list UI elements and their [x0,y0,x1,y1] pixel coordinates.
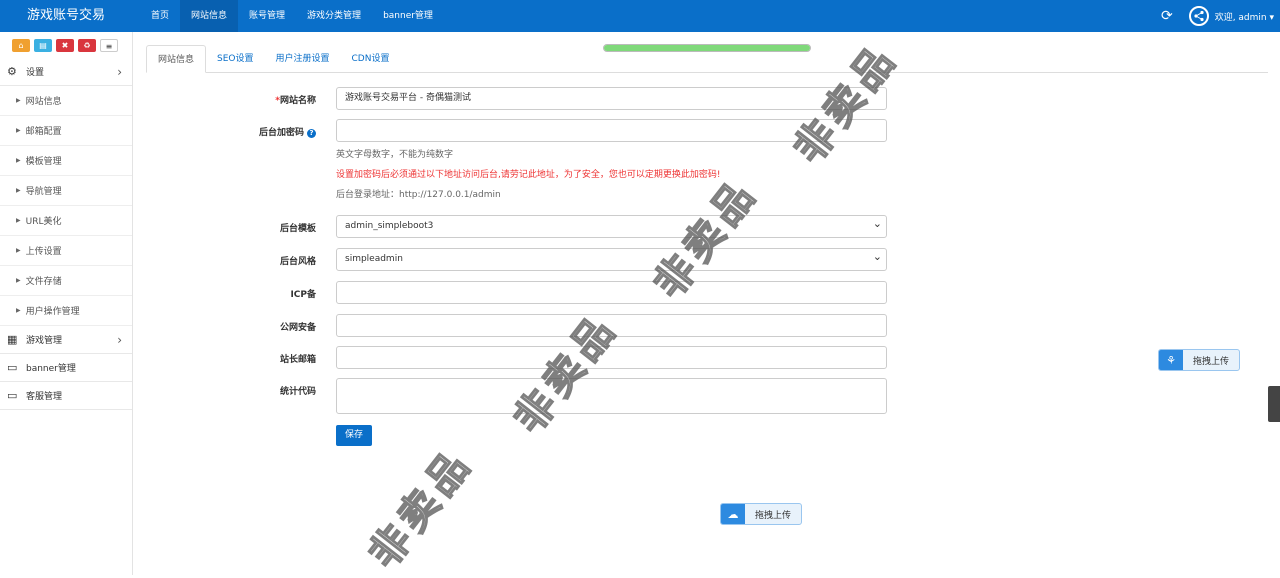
sidebar-item-site-info[interactable]: ▶ 网站信息 [0,86,132,116]
sidebar-item-label: URL美化 [25,217,62,227]
tab-site-info[interactable]: 网站信息 [146,45,207,73]
sidebar-item-label: 用户操作管理 [25,307,80,317]
upload-label: 拖拽上传 [755,510,792,521]
nav-home[interactable]: 首页 [140,0,180,32]
floating-scroll-handle[interactable] [1268,386,1280,422]
sidebar-item-mail[interactable]: ▶ 邮箱配置 [0,116,132,146]
sidebar-item-service[interactable]: ▭ 客服管理 [0,382,132,410]
brand-title[interactable]: 游戏账号交易 [0,0,132,32]
share-cloud-icon: ⚘ [1159,350,1183,370]
tab-user-register[interactable]: 用户注册设置 [265,45,341,73]
admin-code-warning: 设置加密码后必须通过以下地址访问后台,请劳记此地址，为了安全，您也可以定期更换此… [336,170,721,180]
site-name-label-text: 网站名称 [279,96,316,106]
icp-input[interactable] [336,281,887,304]
sidebar-item-user-actions[interactable]: ▶ 用户操作管理 [0,296,132,326]
sidebar-item-label: 游戏管理 [26,336,63,346]
caret-right-icon: ▶ [16,277,21,284]
main-nav: 首页 网站信息 账号管理 游戏分类管理 banner管理 [140,0,444,32]
cloud-icon: ☁ [721,504,745,524]
sidebar-item-banner[interactable]: ▭ banner管理 [0,354,132,382]
sidebar-item-navigation[interactable]: ▶ 导航管理 [0,176,132,206]
upload-label: 拖拽上传 [1193,356,1230,367]
style-label: 后台风格 [279,257,316,267]
drag-upload-button[interactable]: ⚘ 拖拽上传 [1158,349,1241,371]
main-content: 网站信息 SEO设置 用户注册设置 CDN设置 *网站名称 游戏账号交易平台 -… [134,32,1280,578]
nav-accounts[interactable]: 账号管理 [238,0,296,32]
tab-seo[interactable]: SEO设置 [206,45,264,73]
sidebar-item-label: 设置 [26,68,45,78]
shortcut-bar: ⌂ ▤ ✖ ♻ ≡ [0,32,132,58]
sidebar: ⌂ ▤ ✖ ♻ ≡ ⚙ 设置 › ▶ 网站信息 ▶ 邮箱配置 ▶ 模板管理 ▶ 导航管理… [0,32,133,575]
document-icon[interactable]: ▤ [34,38,52,52]
list-icon[interactable]: ≡ [100,38,118,52]
question-icon[interactable]: ? [307,129,316,138]
tab-cdn[interactable]: CDN设置 [341,45,401,73]
user-avatar-icon[interactable] [1188,6,1209,26]
sidebar-item-label: 邮箱配置 [25,127,62,137]
caret-right-icon: ▶ [16,217,21,224]
caret-right-icon: ▶ [16,97,21,104]
top-navbar: 游戏账号交易 首页 网站信息 账号管理 游戏分类管理 banner管理 ⟳ 欢迎… [0,0,1280,32]
sidebar-item-label: banner管理 [26,364,76,374]
sidebar-item-game-manage[interactable]: ▦ 游戏管理 › [0,326,132,354]
chevron-right-icon: › [117,64,122,79]
admin-email-label: 站长邮箱 [279,355,316,365]
top-right-area: ⟳ 欢迎, admin ▾ [1161,0,1280,32]
sidebar-item-template[interactable]: ▶ 模板管理 [0,146,132,176]
stats-code-textarea[interactable] [336,378,887,414]
monitor-icon: ▭ [7,361,18,374]
icp-label: ICP备 [290,290,316,300]
nav-game-categories[interactable]: 游戏分类管理 [296,0,372,32]
welcome-menu[interactable]: 欢迎, admin ▾ [1215,10,1274,23]
sidebar-item-label: 网站信息 [25,97,62,107]
welcome-text: 欢迎, admin [1214,12,1267,23]
caret-right-icon: ▶ [16,157,21,164]
caret-right-icon: ▶ [16,307,21,314]
sidebar-item-label: 上传设置 [25,247,62,257]
admin-login-url: 后台登录地址：http://127.0.0.1/admin [336,190,501,200]
refresh-icon[interactable]: ⟳ [1161,8,1173,24]
sidebar-item-label: 模板管理 [25,157,62,167]
grid-icon: ▦ [7,333,18,346]
monitor-icon: ▭ [7,389,18,402]
tab-bar: 网站信息 SEO设置 用户注册设置 CDN设置 [146,45,1268,73]
sidebar-item-label: 文件存储 [25,277,62,287]
drag-upload-button-2[interactable]: ☁ 拖拽上传 [720,503,803,525]
police-record-label: 公网安备 [279,323,316,333]
save-button[interactable]: 保存 [336,425,372,446]
stats-code-label: 统计代码 [279,387,316,397]
home-icon[interactable]: ⌂ [12,38,30,52]
caret-right-icon: ▶ [16,247,21,254]
caret-right-icon: ▶ [16,187,21,194]
sidebar-item-storage[interactable]: ▶ 文件存储 [0,266,132,296]
style-select[interactable]: simpleadmin [336,246,887,271]
sidebar-item-label: 客服管理 [26,392,63,402]
caret-right-icon: ▶ [16,127,21,134]
nav-banner[interactable]: banner管理 [372,0,444,32]
template-label: 后台模板 [279,224,316,234]
watermark: 非卖品 [360,439,483,578]
gears-icon: ⚙ [7,65,17,78]
sidebar-item-settings[interactable]: ⚙ 设置 › [0,58,132,86]
site-name-label: *网站名称 [275,96,316,106]
sidebar-item-upload[interactable]: ▶ 上传设置 [0,236,132,266]
sidebar-item-url[interactable]: ▶ URL美化 [0,206,132,236]
recycle-icon[interactable]: ♻ [78,38,96,52]
template-select[interactable]: admin_simpleboot3 [336,213,887,238]
sidebar-item-label: 导航管理 [25,187,62,197]
chevron-right-icon: › [117,332,122,347]
admin-code-hint: 英文字母数字，不能为纯数字 [336,150,454,160]
admin-code-label-text: 后台加密码 [258,128,304,138]
trash-icon[interactable]: ✖ [56,38,74,52]
nav-site-info[interactable]: 网站信息 [180,0,239,32]
admin-code-label: 后台加密码? [226,125,316,138]
